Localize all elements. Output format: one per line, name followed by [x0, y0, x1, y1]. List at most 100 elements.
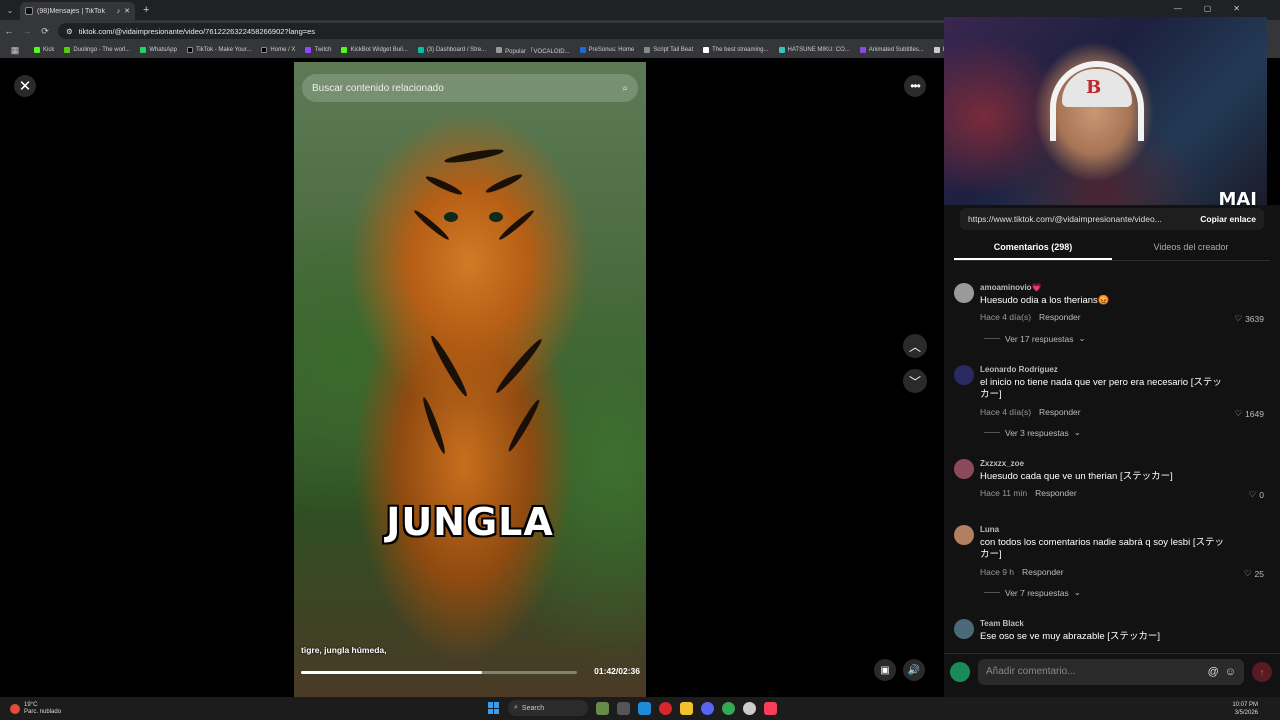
comment-item: Leonardo Rodríguez el inicio no tiene na…	[954, 365, 1274, 455]
volume-icon: 🔊	[907, 664, 921, 676]
emoji-icon[interactable]: ☺	[1225, 666, 1236, 678]
chatgpt-icon[interactable]	[743, 701, 756, 715]
avatar[interactable]	[954, 365, 974, 385]
forward-arrow-icon[interactable]: →	[18, 26, 36, 36]
chevron-down-icon: ﹀	[908, 374, 921, 389]
comment-item: Luna con todos los comentarios nadie sab…	[954, 525, 1274, 605]
widgets-icon[interactable]	[596, 701, 609, 715]
like-count: 3639	[1245, 313, 1264, 324]
video-player[interactable]: Buscar contenido relacionado ⌕ JUNGLA ti…	[294, 62, 646, 697]
music-app-icon[interactable]	[764, 701, 777, 715]
taskbar-search[interactable]: ⌕ Search	[508, 700, 588, 716]
tab-audio-icon[interactable]: ♪	[117, 8, 121, 15]
volume-button[interactable]: 🔊	[903, 659, 925, 681]
site-info-icon[interactable]: ⚙	[66, 27, 73, 36]
chevron-down-icon: ⌄	[1078, 333, 1086, 343]
previous-video-button[interactable]: ︿	[903, 334, 927, 358]
mention-icon[interactable]: @	[1208, 666, 1219, 678]
like-button[interactable]: ♡ 25	[1244, 568, 1264, 579]
bookmark-item[interactable]: Kick	[34, 47, 54, 53]
tab-close-icon[interactable]: ✕	[124, 7, 130, 15]
weather-widget[interactable]: 19°C Parc. nublado	[10, 702, 61, 716]
comment-username[interactable]: Leonardo Rodríguez	[980, 365, 1058, 374]
edge-icon[interactable]	[638, 701, 651, 715]
bookmark-item[interactable]: WhatsApp	[140, 47, 177, 53]
comment-time: Hace 11 min	[980, 488, 1028, 498]
reload-icon[interactable]: ⟳	[36, 26, 54, 37]
like-button[interactable]: ♡ 0	[1249, 489, 1264, 500]
new-tab-button[interactable]: +	[143, 4, 149, 16]
url-field[interactable]: ⚙ tiktok.com/@vidaimpresionante/video/76…	[58, 23, 988, 39]
bookmark-item[interactable]: PreSonus: Home	[579, 47, 634, 53]
view-replies-button[interactable]: Ver 7 respuestas ⌄	[984, 587, 1081, 598]
comment-username[interactable]: Luna	[980, 525, 999, 534]
browser-tab[interactable]: (98)Mensajes | TikTok ♪ ✕	[20, 2, 135, 20]
avatar[interactable]	[954, 525, 974, 545]
view-replies-label: Ver 3 respuestas	[1005, 427, 1069, 438]
related-search-field[interactable]: Buscar contenido relacionado ⌕	[302, 74, 638, 102]
avatar[interactable]	[954, 283, 974, 303]
next-video-button[interactable]: ﹀	[903, 369, 927, 393]
video-viewer: ✕ Buscar contenido relacionado ⌕ JUNGLA …	[0, 58, 944, 697]
reply-button[interactable]: Responder	[1039, 312, 1081, 322]
video-time: 01:42/02:36	[594, 666, 640, 676]
avatar[interactable]	[954, 459, 974, 479]
comment-text: el inicio no tiene nada que ver pero era…	[980, 377, 1222, 400]
avatar[interactable]	[950, 661, 970, 682]
bookmark-item[interactable]: Script Tail Beat	[644, 47, 693, 53]
tab-search-icon[interactable]: ⌄	[0, 0, 20, 20]
bookmark-item[interactable]: The best streaming...	[703, 47, 769, 53]
bookmark-item[interactable]: TikTok - Make Your...	[186, 47, 251, 53]
picture-in-picture-button[interactable]: ▣	[874, 659, 896, 681]
reply-button[interactable]: Responder	[1035, 488, 1077, 498]
bookmark-item[interactable]: (3) Dashboard / Stre...	[417, 47, 486, 53]
taskbar-apps: ⌕ Search	[488, 700, 777, 716]
task-view-icon[interactable]	[617, 701, 630, 715]
bookmark-item[interactable]: Home / X	[261, 47, 295, 53]
search-icon[interactable]: ⌕	[622, 83, 628, 94]
comment-username[interactable]: amoaminovio💗	[980, 283, 1042, 292]
tab-comments[interactable]: Comentarios (298)	[954, 239, 1112, 260]
file-explorer-icon[interactable]	[680, 701, 693, 715]
clock-time: 10:07 PM	[1232, 702, 1258, 708]
bookmark-item[interactable]: Twitch	[305, 47, 331, 53]
close-viewer-button[interactable]: ✕	[14, 75, 36, 97]
like-button[interactable]: ♡ 3639	[1234, 313, 1264, 324]
opera-icon[interactable]	[659, 701, 672, 715]
windows-start-icon[interactable]	[488, 702, 500, 714]
system-clock[interactable]: 10:07 PM 3/5/2026	[1232, 701, 1258, 717]
reply-button[interactable]: Responder	[1039, 407, 1081, 417]
tab-creator-videos[interactable]: Videos del creador	[1112, 239, 1270, 260]
share-link-row: https://www.tiktok.com/@vidaimpresionant…	[960, 208, 1264, 230]
discord-icon[interactable]	[701, 701, 714, 715]
minimize-icon[interactable]: —	[1174, 4, 1182, 13]
like-button[interactable]: ♡ 1649	[1234, 408, 1264, 419]
comment-text: Ese oso se ve muy abrazable [ステッカー]	[980, 631, 1161, 642]
reply-button[interactable]: Responder	[1022, 567, 1064, 577]
heart-icon: ♡	[1234, 408, 1243, 418]
view-replies-button[interactable]: Ver 17 respuestas ⌄	[984, 333, 1086, 344]
comment-input[interactable]: Añadir comentario... @ ☺	[978, 658, 1244, 685]
bookmark-item[interactable]: HATSUNE MIKU: CO...	[778, 47, 850, 53]
comment-username[interactable]: Zxzxzx_zoe	[980, 459, 1024, 468]
chrome-icon[interactable]	[722, 701, 735, 715]
more-options-button[interactable]: •••	[904, 75, 926, 97]
video-progress-bar[interactable]	[301, 671, 577, 674]
view-replies-label: Ver 7 respuestas	[1005, 587, 1069, 598]
bookmark-item[interactable]: Duolingo - The worl...	[64, 47, 130, 53]
bookmark-item[interactable]: KickBot Widget Buil...	[341, 47, 408, 53]
bookmark-item[interactable]: Popular 「VOCALOID...	[496, 46, 570, 55]
send-button[interactable]: ↑	[1252, 661, 1272, 682]
view-replies-button[interactable]: Ver 3 respuestas ⌄	[984, 427, 1081, 438]
cap-logo-icon: B	[1086, 77, 1102, 98]
apps-icon[interactable]: ▦	[6, 45, 24, 56]
tab-title: (98)Mensajes | TikTok	[37, 7, 105, 15]
maximize-icon[interactable]: ▢	[1204, 4, 1212, 13]
back-arrow-icon[interactable]: ←	[0, 26, 18, 36]
avatar[interactable]	[954, 619, 974, 639]
comment-username[interactable]: Team Black	[980, 619, 1024, 628]
copy-link-button[interactable]: Copiar enlace	[1192, 214, 1264, 224]
bookmark-item[interactable]: Animated Subtitles...	[859, 47, 924, 53]
more-icon: •••	[910, 79, 921, 93]
window-close-icon[interactable]: ✕	[1233, 4, 1240, 13]
